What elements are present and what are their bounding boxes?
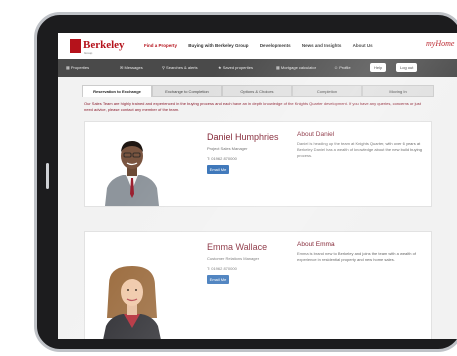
contact-name: Daniel Humphries: [207, 132, 279, 142]
berkeley-logo[interactable]: Berkeley Group: [70, 39, 125, 55]
tab-options-choices[interactable]: Options & Choices: [222, 85, 292, 97]
nav-buying[interactable]: Buying with Berkeley Group: [188, 43, 248, 48]
toolbar-saved[interactable]: ★ Saved properties: [218, 65, 253, 70]
toolbar-messages[interactable]: ✉ Messages: [120, 65, 143, 70]
about-text: Emma is brand new to Berkeley and joins …: [297, 251, 416, 262]
tab-moving-in[interactable]: Moving In: [362, 85, 434, 97]
contact-card-emma: Emma Wallace Customer Relations Manager …: [84, 231, 432, 339]
tab-exchange-to-completion[interactable]: Exchange to Completion: [152, 85, 222, 97]
about-text: Daniel is heading up the team at Knights…: [297, 141, 422, 158]
main-nav: Find a Property Buying with Berkeley Gro…: [144, 43, 383, 48]
contact-role: Customer Relations Manager: [207, 256, 260, 261]
nav-developments[interactable]: Developments: [260, 43, 291, 48]
logout-button[interactable]: Log out: [396, 63, 418, 72]
site-header: Berkeley Group Find a Property Buying wi…: [58, 33, 457, 59]
daniel-photo: [105, 141, 159, 206]
intro-text: Our Sales Team are highly trained and ex…: [84, 101, 421, 112]
myhome-logo[interactable]: myHome: [426, 39, 454, 48]
about-title: About Daniel: [297, 131, 335, 138]
toolbar-properties-label: Properties: [70, 65, 90, 70]
toolbar-search-alerts-label: Searches & alerts: [166, 65, 198, 70]
nav-find-property[interactable]: Find a Property: [144, 43, 177, 48]
emma-photo: [103, 266, 161, 339]
toolbar-saved-label: Saved properties: [222, 65, 253, 70]
about-title: About Emma: [297, 241, 335, 248]
process-tabs: Reservation to Exchange Exchange to Comp…: [82, 85, 434, 97]
tablet-screen: Berkeley Group Find a Property Buying wi…: [58, 33, 457, 339]
email-me-button[interactable]: Email Me: [207, 165, 229, 174]
account-toolbar: ▦ Properties ✉ Messages ⚲ Searches & ale…: [58, 59, 457, 77]
contact-phone: T: 01962 870000: [207, 156, 237, 161]
toolbar-messages-label: Messages: [124, 65, 143, 70]
toolbar-search-alerts[interactable]: ⚲ Searches & alerts: [162, 65, 198, 70]
berkeley-logo-mark: [70, 39, 81, 53]
toolbar-properties[interactable]: ▦ Properties: [66, 65, 89, 70]
help-button[interactable]: Help: [370, 63, 387, 72]
contact-card-daniel: Daniel Humphries Project Sales Manager T…: [84, 121, 432, 207]
logo-text: Berkeley: [83, 39, 125, 51]
tablet-side-button: [46, 163, 49, 189]
tab-completion[interactable]: Completion: [292, 85, 362, 97]
contact-phone: T: 01962 870000: [207, 266, 237, 271]
nav-news[interactable]: News and Insights: [302, 43, 342, 48]
nav-about[interactable]: About Us: [353, 43, 373, 48]
logo-subtext: Group: [84, 51, 93, 55]
tab-reservation-to-exchange[interactable]: Reservation to Exchange: [82, 85, 152, 97]
email-me-button[interactable]: Email Me: [207, 275, 229, 284]
toolbar-profile[interactable]: ☺ Profile: [334, 65, 351, 70]
contact-role: Project Sales Manager: [207, 146, 248, 151]
toolbar-mortgage-label: Mortgage calculator: [280, 65, 317, 70]
contact-name: Emma Wallace: [207, 242, 268, 252]
toolbar-profile-label: Profile: [339, 65, 351, 70]
toolbar-mortgage[interactable]: ▦ Mortgage calculator: [276, 65, 316, 70]
